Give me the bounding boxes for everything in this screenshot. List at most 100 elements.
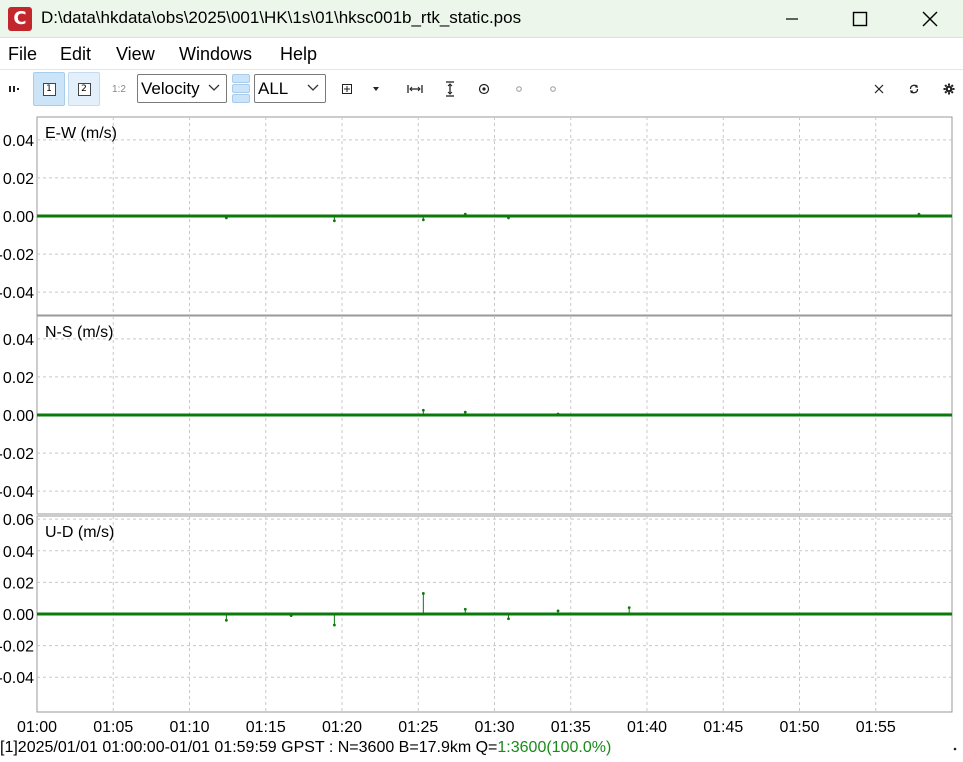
- crosshair-dropdown[interactable]: [368, 80, 384, 98]
- menu-file[interactable]: File: [8, 44, 37, 65]
- y-tick-label: -0.02: [0, 247, 34, 264]
- layer-toggle[interactable]: [232, 74, 250, 104]
- y-tick-label: 0.06: [3, 512, 34, 529]
- crosshair-button[interactable]: [338, 80, 356, 98]
- fit-horizontal-icon: [407, 85, 423, 93]
- x-tick-label: 01:15: [246, 719, 286, 736]
- plot-1-button[interactable]: 1: [33, 72, 65, 106]
- y-tick-label: 0.00: [3, 408, 34, 425]
- status-bar: [1]2025/01/01 01:00:00-01/01 01:59:59 GP…: [0, 738, 963, 762]
- data-point: [421, 218, 425, 222]
- panel-title: E-W (m/s): [45, 125, 117, 142]
- quality-select[interactable]: ALL: [254, 74, 326, 103]
- fit-vertical-icon: [446, 81, 454, 97]
- y-tick-label: -0.04: [0, 670, 34, 687]
- reload-button[interactable]: [905, 80, 923, 98]
- pause-icon: [9, 86, 19, 92]
- menu-windows[interactable]: Windows: [179, 44, 252, 65]
- dot-icon: [550, 86, 556, 92]
- close-icon: [922, 11, 938, 26]
- close-window-button[interactable]: [907, 0, 953, 37]
- data-point: [332, 623, 336, 627]
- y-tick-label: -0.04: [0, 285, 34, 302]
- show-point-button[interactable]: [510, 80, 528, 98]
- status-summary: [1]2025/01/01 01:00:00-01/01 01:59:59 GP…: [0, 739, 498, 756]
- plot-1-2-button[interactable]: 1:2: [108, 80, 130, 98]
- minimize-button[interactable]: [769, 0, 815, 37]
- y-tick-label: 0.00: [3, 209, 34, 226]
- x-tick-label: 01:55: [856, 719, 896, 736]
- panel-title: U-D (m/s): [45, 524, 114, 541]
- data-point: [224, 618, 228, 622]
- menu-bar: File Edit View Windows Help: [0, 38, 963, 70]
- y-tick-label: -0.04: [0, 484, 34, 501]
- y-tick-label: 0.02: [3, 171, 34, 188]
- y-tick-label: 0.02: [3, 370, 34, 387]
- close-icon: [874, 84, 884, 94]
- dropdown-arrow-icon: [373, 87, 379, 91]
- settings-icon: [943, 83, 955, 95]
- menu-help[interactable]: Help: [280, 44, 317, 65]
- data-point: [463, 607, 467, 611]
- maximize-icon: [852, 11, 868, 26]
- x-tick-label: 01:25: [398, 719, 438, 736]
- x-tick-label: 01:45: [703, 719, 743, 736]
- y-tick-label: 0.04: [3, 544, 34, 561]
- x-tick-label: 01:20: [322, 719, 362, 736]
- menu-view[interactable]: View: [116, 44, 155, 65]
- title-bar: C D:\data\hkdata\obs\2025\001\HK\1s\01\h…: [0, 0, 963, 38]
- refresh-icon: [909, 84, 919, 94]
- y-tick-label: 0.00: [3, 607, 34, 624]
- fit-horizontal-button[interactable]: [405, 80, 425, 98]
- plot-type-value: Velocity: [141, 79, 200, 98]
- plot-1-label: 1: [42, 82, 56, 96]
- quality-value: ALL: [258, 79, 289, 98]
- plot-2-button[interactable]: 2: [68, 72, 100, 106]
- chevron-down-icon: [208, 84, 220, 91]
- plot-2-label: 2: [77, 82, 91, 96]
- center-origin-button[interactable]: [475, 80, 493, 98]
- x-tick-label: 01:35: [551, 719, 591, 736]
- chart-panel: 0.04 0.02 0.00 -0.02 -0.04 E-W (m/s): [0, 116, 953, 316]
- settings-button[interactable]: [940, 80, 958, 98]
- resize-grip-icon[interactable]: [952, 746, 960, 754]
- x-tick-label: 01:50: [779, 719, 819, 736]
- plot-area[interactable]: 0.04 0.02 0.00 -0.02 -0.04 E-W (m/s) 0.04 0.02 0…: [0, 108, 963, 740]
- data-point: [556, 609, 560, 613]
- x-tick-label: 01:00: [17, 719, 57, 736]
- data-point: [421, 408, 425, 412]
- y-tick-label: -0.02: [0, 446, 34, 463]
- data-point: [507, 617, 510, 621]
- chart-panel: 0.06 0.04 0.02 0.00 -0.02 -0.04 U-D (m/s): [0, 512, 953, 713]
- x-tick-label: 01:10: [169, 719, 209, 736]
- dot-icon: [516, 86, 522, 92]
- show-track-button[interactable]: [544, 80, 562, 98]
- chevron-down-icon: [307, 84, 319, 91]
- y-tick-label: 0.04: [3, 133, 34, 150]
- data-point: [463, 410, 467, 414]
- y-tick-label: 0.02: [3, 575, 34, 592]
- maximize-button[interactable]: [837, 0, 883, 37]
- chart-panel: 0.04 0.02 0.00 -0.02 -0.04 N-S (m/s): [0, 315, 953, 515]
- toolbar: 1 2 1:2 Velocity ALL: [0, 70, 963, 108]
- minimize-icon: [786, 17, 798, 20]
- data-point: [421, 592, 425, 595]
- data-point: [627, 606, 631, 610]
- app-icon[interactable]: C: [8, 7, 32, 31]
- menu-edit[interactable]: Edit: [60, 44, 91, 65]
- y-tick-label: -0.02: [0, 639, 34, 656]
- fit-vertical-button[interactable]: [440, 79, 460, 99]
- data-point: [332, 219, 336, 223]
- x-tick-label: 01:30: [474, 719, 514, 736]
- x-tick-label: 01:05: [93, 719, 133, 736]
- plot-type-select[interactable]: Velocity: [137, 74, 227, 103]
- x-tick-label: 01:40: [627, 719, 667, 736]
- status-quality: 1:3600(100.0%): [497, 739, 612, 756]
- clear-button[interactable]: [870, 80, 888, 98]
- panel-title: N-S (m/s): [45, 324, 113, 341]
- pause-button[interactable]: [4, 80, 24, 98]
- y-tick-label: 0.04: [3, 332, 34, 349]
- velocity-plots[interactable]: 0.040.020.00-0.02-0.04E-W (m/s)0.040.020…: [0, 108, 963, 740]
- center-origin-icon: [478, 83, 490, 95]
- window-title: D:\data\hkdata\obs\2025\001\HK\1s\01\hks…: [41, 8, 522, 27]
